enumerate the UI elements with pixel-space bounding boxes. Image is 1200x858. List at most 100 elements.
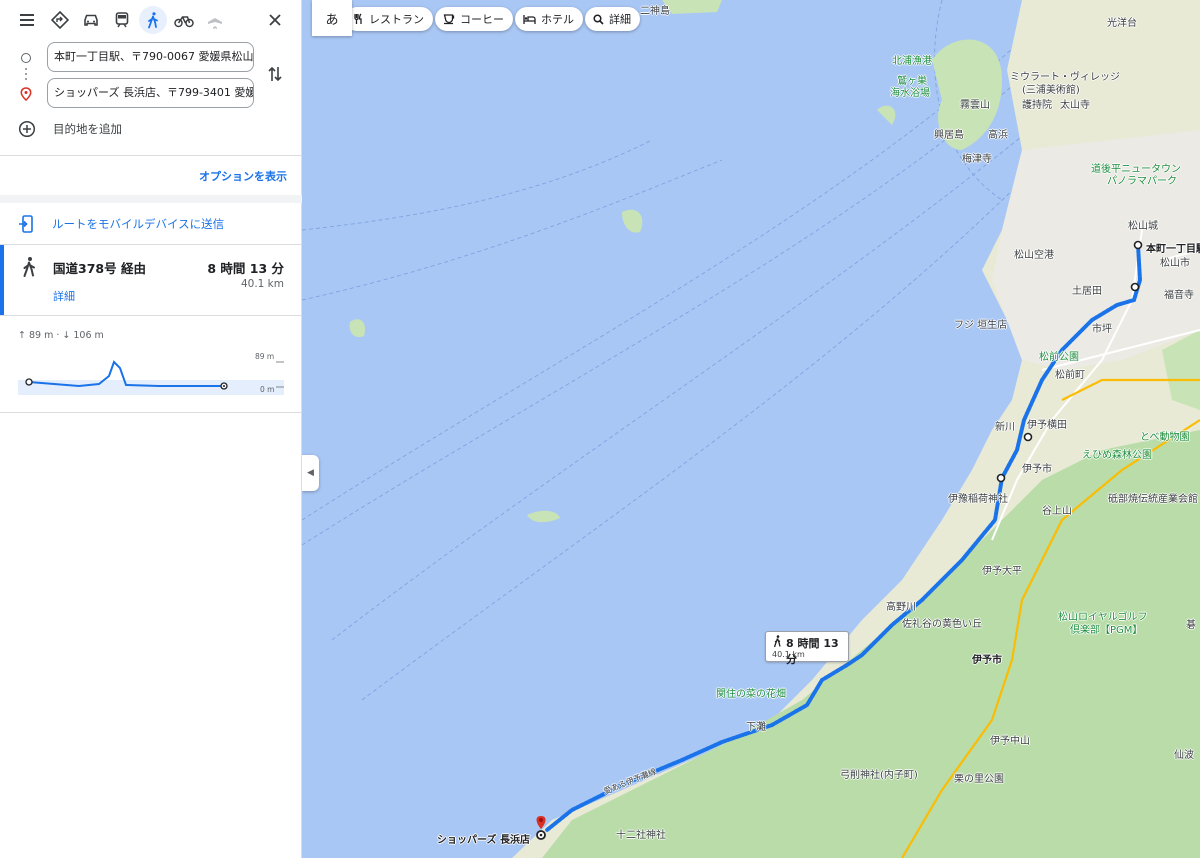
map-label: フジ 垣生店 bbox=[954, 320, 1008, 331]
map-label: 栗の里公園 bbox=[954, 774, 1004, 785]
map-label: 碁 bbox=[1186, 620, 1196, 631]
map-label: 倶楽部【PGM】 bbox=[1070, 625, 1143, 636]
destination-pin[interactable] bbox=[536, 816, 546, 829]
add-destination-button[interactable]: 目的地を追加 bbox=[0, 116, 302, 142]
map-label: えひめ森林公園 bbox=[1082, 450, 1152, 461]
route-option[interactable]: 国道378号 経由 8 時間 13 分 40.1 km 詳細 bbox=[0, 245, 302, 315]
collapse-panel-button[interactable]: ◀ bbox=[302, 455, 319, 491]
map-label: 砥部焼伝統産業会館 bbox=[1108, 494, 1198, 505]
directions-panel: 本町一丁目駅、〒790-0067 愛媛県松山市 ショッパーズ 長浜店、〒799-… bbox=[0, 0, 302, 858]
map-label: 関住の菜の花畑 bbox=[716, 689, 786, 700]
map-label: 霧雲山 bbox=[960, 100, 990, 111]
send-to-mobile-button[interactable]: ルートをモバイルデバイスに送信 bbox=[0, 208, 302, 240]
elevation-min-label: 0 m bbox=[260, 385, 275, 394]
origin-icon bbox=[21, 53, 31, 63]
map-label: 市坪 bbox=[1092, 324, 1112, 335]
map-label: 伊予市 bbox=[972, 655, 1002, 666]
map-label: パノラマパーク bbox=[1107, 176, 1177, 187]
hotel-chip[interactable]: ホテル bbox=[515, 7, 583, 31]
divider bbox=[0, 195, 302, 203]
add-circle-icon bbox=[18, 120, 36, 138]
map-label: 谷上山 bbox=[1042, 506, 1072, 517]
map-label: 福音寺 bbox=[1164, 290, 1194, 301]
map-label: ショッパーズ 長浜店 bbox=[437, 835, 530, 846]
map-label: 高浜 bbox=[988, 130, 1008, 141]
send-to-phone-icon bbox=[19, 215, 33, 233]
map-label: 新川 bbox=[995, 422, 1015, 433]
route-distance: 40.1 km bbox=[240, 278, 284, 290]
coffee-chip[interactable]: コーヒー bbox=[435, 7, 513, 31]
coffee-chip-label: コーヒー bbox=[460, 13, 504, 26]
map-label: 太山寺 bbox=[1060, 100, 1090, 111]
map-label: 伊予市 bbox=[1022, 464, 1052, 475]
map-label: 護持院 bbox=[1022, 100, 1052, 111]
more-chip[interactable]: 詳細 bbox=[585, 7, 640, 31]
menu-icon[interactable] bbox=[13, 6, 41, 34]
bubble-distance: 40.1 km bbox=[772, 650, 805, 659]
elevation-max-label: 89 m bbox=[255, 352, 275, 361]
search-icon bbox=[593, 13, 604, 25]
route-duration-bubble[interactable]: 8 時間 13 分 40.1 km bbox=[765, 631, 849, 666]
divider bbox=[0, 155, 302, 156]
map-label: 高野川 bbox=[886, 602, 916, 613]
travel-mode-bar bbox=[0, 0, 302, 38]
map-label: 十二社神社 bbox=[616, 830, 666, 841]
elevation-summary: ↑ 89 m · ↓ 106 m bbox=[18, 330, 104, 341]
map-label: 伊予中山 bbox=[990, 736, 1030, 747]
coffee-icon bbox=[443, 14, 455, 25]
walk-icon bbox=[773, 635, 781, 648]
hotel-icon bbox=[523, 14, 536, 24]
map-label: 松山空港 bbox=[1014, 250, 1054, 261]
close-icon[interactable] bbox=[261, 6, 289, 34]
map-label: 伊予横田 bbox=[1027, 420, 1067, 431]
map-label: 本町一丁目駅 bbox=[1146, 244, 1200, 255]
origin-row: 本町一丁目駅、〒790-0067 愛媛県松山市 bbox=[0, 42, 302, 74]
map-label: 土居田 bbox=[1072, 286, 1102, 297]
restaurant-icon bbox=[354, 13, 362, 24]
add-destination-label: 目的地を追加 bbox=[53, 122, 122, 136]
map-label: 佐礼谷の黄色い丘 bbox=[902, 619, 982, 630]
map-label: 北浦漁港 bbox=[892, 56, 932, 67]
flight-icon[interactable] bbox=[201, 6, 229, 34]
map-label: 松前町 bbox=[1055, 370, 1085, 381]
show-options-link[interactable]: オプションを表示 bbox=[199, 168, 287, 184]
divider bbox=[0, 315, 302, 316]
swap-icon[interactable] bbox=[266, 64, 284, 84]
restaurant-chip[interactable]: レストラン bbox=[345, 7, 433, 31]
map-label: 伊予大平 bbox=[982, 566, 1022, 577]
map-label: 弓削神社(内子町) bbox=[840, 770, 918, 781]
map-label: 仙波 bbox=[1174, 750, 1194, 761]
send-to-mobile-label: ルートをモバイルデバイスに送信 bbox=[52, 217, 225, 231]
input-tools-button[interactable]: あ bbox=[312, 0, 352, 36]
destination-input[interactable]: ショッパーズ 長浜店、〒799-3401 愛媛県 bbox=[47, 78, 254, 108]
map-label: 下灘 bbox=[746, 722, 766, 733]
map-label: 光洋台 bbox=[1107, 18, 1137, 29]
route-via: 国道378号 経由 bbox=[53, 261, 146, 276]
map-label: とべ動物園 bbox=[1140, 432, 1190, 443]
origin-input[interactable]: 本町一丁目駅、〒790-0067 愛媛県松山市 bbox=[47, 42, 254, 72]
route-details-link[interactable]: 詳細 bbox=[53, 288, 75, 304]
more-chip-label: 詳細 bbox=[609, 13, 631, 26]
map-label: 二神島 bbox=[640, 6, 670, 17]
map-label: 梅津寺 bbox=[962, 154, 992, 165]
walk-icon[interactable] bbox=[139, 6, 167, 34]
walk-icon bbox=[23, 257, 35, 277]
chevron-left-icon: ◀ bbox=[307, 468, 314, 478]
train-icon[interactable] bbox=[108, 6, 136, 34]
car-icon[interactable] bbox=[77, 6, 105, 34]
map-label: 興居島 bbox=[934, 130, 964, 141]
map-canvas[interactable]: あ レストラン コーヒー ホテル 詳細 ◀ 8 時間 13 分 40.1 km … bbox=[302, 0, 1200, 858]
destination-pin-icon bbox=[20, 87, 32, 101]
map-label: 海水浴場 bbox=[890, 88, 930, 99]
bike-icon[interactable] bbox=[170, 6, 198, 34]
map-label: (三浦美術館) bbox=[1022, 85, 1080, 96]
map-label: 松山市 bbox=[1160, 258, 1190, 269]
map-label: 伊豫稲荷神社 bbox=[948, 494, 1008, 505]
map-label: 松前公園 bbox=[1039, 352, 1079, 363]
divider bbox=[0, 412, 302, 413]
elevation-chart bbox=[18, 360, 284, 395]
hotel-chip-label: ホテル bbox=[541, 13, 574, 26]
directions-icon[interactable] bbox=[46, 6, 74, 34]
map-label: 松山城 bbox=[1128, 221, 1158, 232]
route-duration: 8 時間 13 分 bbox=[207, 261, 284, 276]
